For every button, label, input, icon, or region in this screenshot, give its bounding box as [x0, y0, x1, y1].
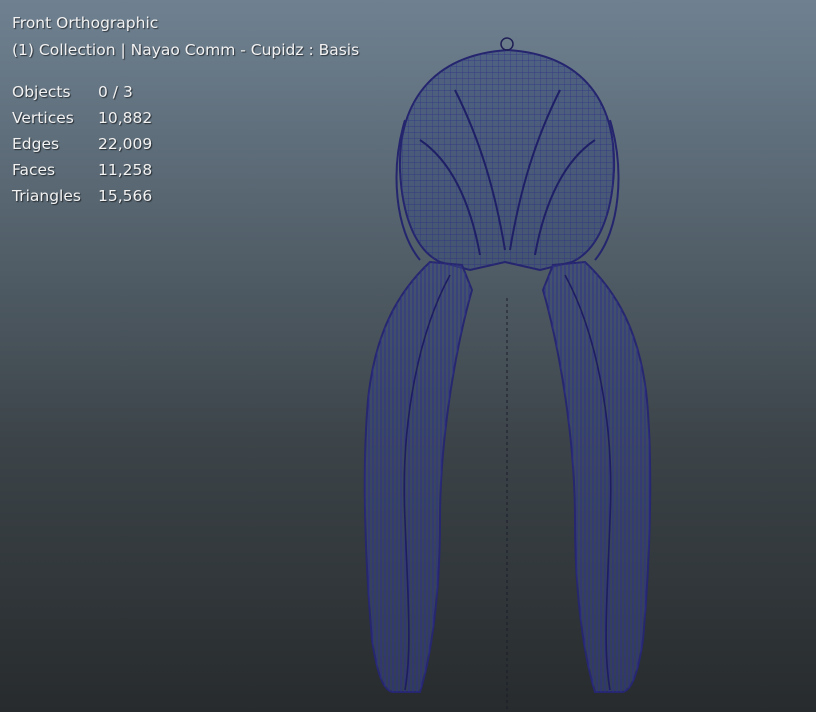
left-pigtail	[363, 260, 474, 693]
stat-value: 10,882	[98, 109, 153, 127]
stat-value: 0 / 3	[98, 83, 133, 101]
stat-label: Vertices	[12, 109, 74, 127]
3d-viewport[interactable]: Front Orthographic (1) Collection | Naya…	[0, 0, 816, 712]
origin-ring-icon	[500, 37, 514, 51]
hair-cap	[395, 48, 620, 272]
stat-value: 22,009	[98, 135, 153, 153]
stat-value: 15,566	[98, 187, 153, 205]
view-name-label: Front Orthographic	[12, 14, 159, 32]
stat-value: 11,258	[98, 161, 153, 179]
stat-label: Objects	[12, 83, 71, 101]
stat-label: Edges	[12, 135, 60, 153]
stat-label: Triangles	[12, 187, 81, 205]
collection-info-label: (1) Collection | Nayao Comm - Cupidz : B…	[12, 41, 360, 59]
right-pigtail	[541, 260, 652, 693]
stat-label: Faces	[12, 161, 56, 179]
